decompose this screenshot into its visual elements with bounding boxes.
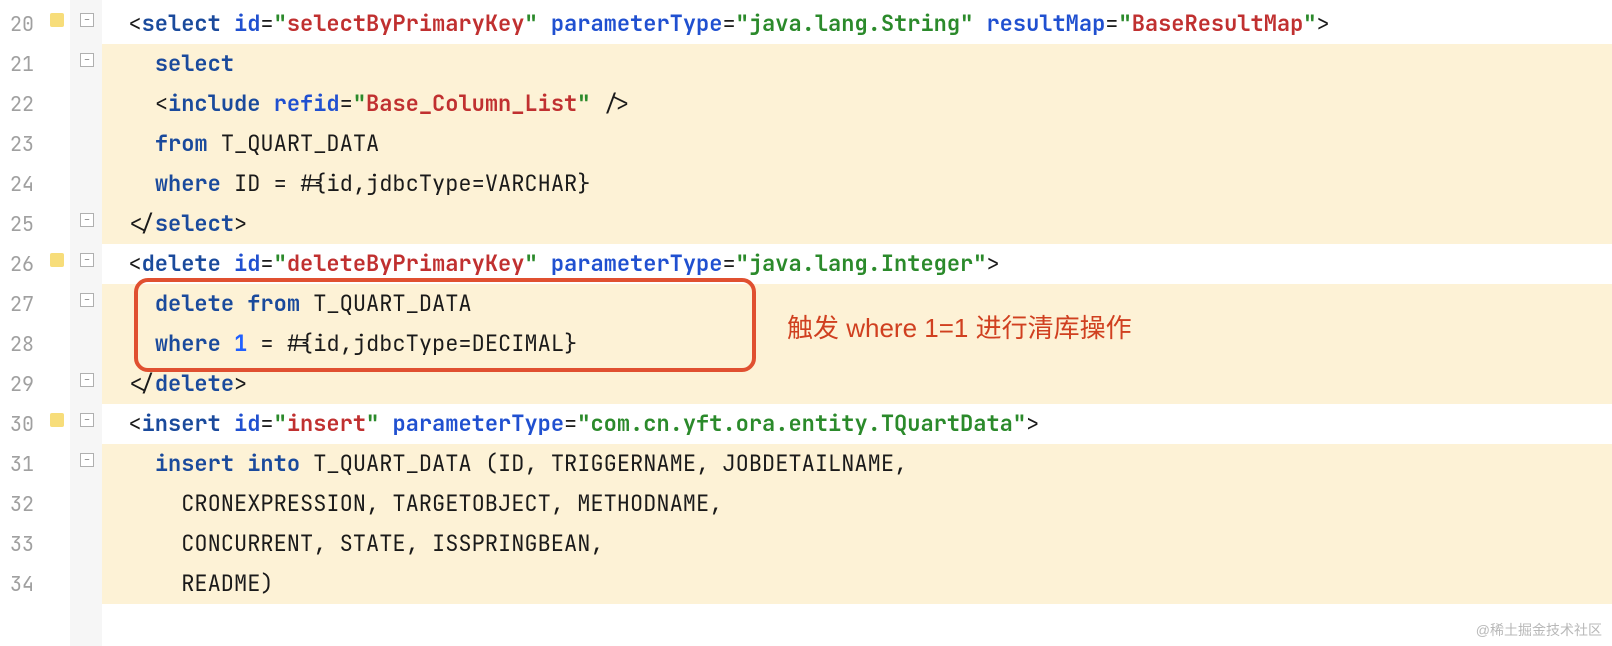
line-number: 32 bbox=[0, 484, 40, 524]
line-number: 34 bbox=[0, 564, 40, 604]
fold-toggle-icon[interactable]: – bbox=[80, 453, 94, 467]
line-number: 21 bbox=[0, 44, 40, 84]
line-number: 28 bbox=[0, 324, 40, 364]
lint-warning-icon bbox=[50, 413, 64, 427]
code-line[interactable]: insert into T_QUART_DATA (ID, TRIGGERNAM… bbox=[102, 444, 1612, 484]
lint-warning-icon bbox=[50, 253, 64, 267]
line-number: 27 bbox=[0, 284, 40, 324]
line-number: 33 bbox=[0, 524, 40, 564]
line-number: 25 bbox=[0, 204, 40, 244]
line-number: 22 bbox=[0, 84, 40, 124]
code-line[interactable]: select bbox=[102, 44, 1612, 84]
line-number: 26 bbox=[0, 244, 40, 284]
code-line[interactable]: README) bbox=[102, 564, 1612, 604]
fold-toggle-icon[interactable]: – bbox=[80, 13, 94, 27]
line-number: 29 bbox=[0, 364, 40, 404]
annotation-text: 触发 where 1=1 进行清库操作 bbox=[787, 308, 1132, 345]
code-line[interactable]: <insert id="insert" parameterType="com.c… bbox=[102, 404, 1612, 444]
code-line[interactable]: where ID = #{id,jdbcType=VARCHAR} bbox=[102, 164, 1612, 204]
line-number: 31 bbox=[0, 444, 40, 484]
code-line[interactable]: <include refid="Base_Column_List" /> bbox=[102, 84, 1612, 124]
fold-end-icon[interactable]: – bbox=[80, 213, 94, 227]
code-line[interactable]: CRONEXPRESSION, TARGETOBJECT, METHODNAME… bbox=[102, 484, 1612, 524]
code-editor[interactable]: 20 21 22 23 24 25 26 27 28 29 30 31 32 3… bbox=[0, 0, 1612, 646]
fold-column: – – – – – – – – bbox=[40, 0, 102, 646]
code-line[interactable]: <delete id="deleteByPrimaryKey" paramete… bbox=[102, 244, 1612, 284]
code-line[interactable]: </select> bbox=[102, 204, 1612, 244]
line-number: 30 bbox=[0, 404, 40, 444]
watermark: @稀土掘金技术社区 bbox=[1476, 620, 1602, 640]
fold-toggle-icon[interactable]: – bbox=[80, 293, 94, 307]
fold-toggle-icon[interactable]: – bbox=[80, 53, 94, 67]
line-number: 23 bbox=[0, 124, 40, 164]
code-line[interactable]: </delete> bbox=[102, 364, 1612, 404]
fold-end-icon[interactable]: – bbox=[80, 373, 94, 387]
code-area[interactable]: <select id="selectByPrimaryKey" paramete… bbox=[102, 0, 1612, 646]
code-line[interactable]: from T_QUART_DATA bbox=[102, 124, 1612, 164]
code-line[interactable]: CONCURRENT, STATE, ISSPRINGBEAN, bbox=[102, 524, 1612, 564]
line-number: 20 bbox=[0, 4, 40, 44]
line-number-gutter: 20 21 22 23 24 25 26 27 28 29 30 31 32 3… bbox=[0, 0, 40, 646]
fold-toggle-icon[interactable]: – bbox=[80, 253, 94, 267]
lint-warning-icon bbox=[50, 13, 64, 27]
code-line[interactable]: <select id="selectByPrimaryKey" paramete… bbox=[102, 4, 1612, 44]
fold-toggle-icon[interactable]: – bbox=[80, 413, 94, 427]
line-number: 24 bbox=[0, 164, 40, 204]
